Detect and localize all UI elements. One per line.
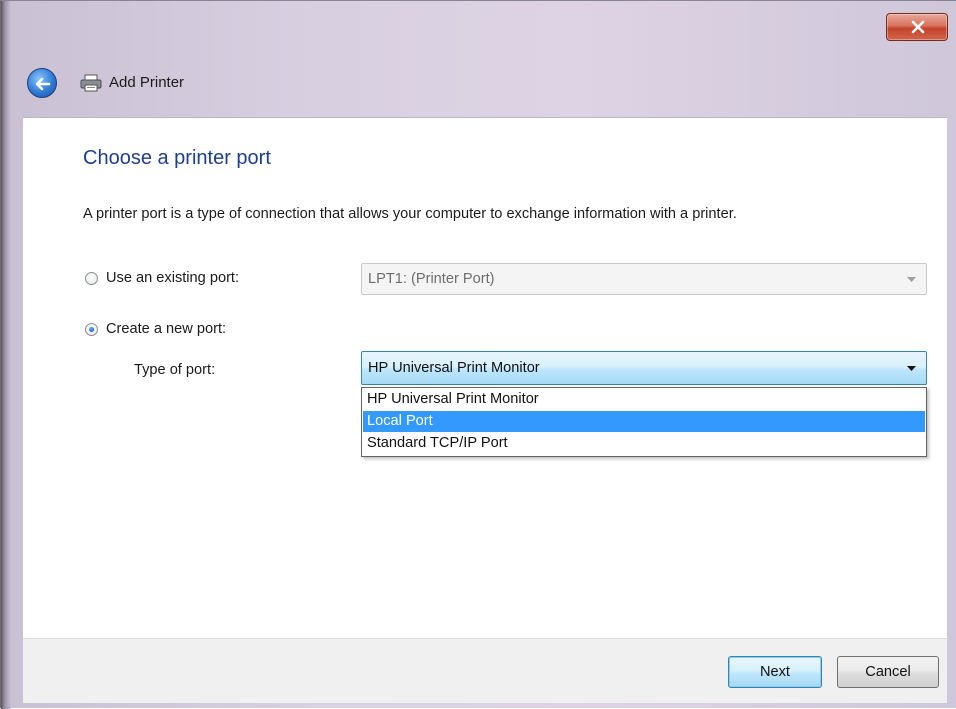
add-printer-window: Add Printer Choose a printer port A prin… [0,0,956,709]
dropdown-option-hp-universal[interactable]: HP Universal Print Monitor [363,389,925,410]
existing-port-value: LPT1: (Printer Port) [368,271,495,287]
existing-port-select: LPT1: (Printer Port) [361,263,927,295]
chevron-down-icon [907,277,916,282]
back-arrow-icon [35,77,51,91]
printer-icon [80,74,102,92]
page-description: A printer port is a type of connection t… [83,206,737,222]
new-port-radio[interactable] [85,323,98,336]
page-heading: Choose a printer port [83,147,271,169]
port-type-select[interactable]: HP Universal Print Monitor [361,351,927,385]
port-type-value: HP Universal Print Monitor [368,360,540,376]
port-type-dropdown: HP Universal Print Monitor Local Port St… [361,387,927,457]
next-button[interactable]: Next [728,656,822,688]
close-button[interactable] [886,13,948,41]
window-edge [1,1,11,709]
close-icon [911,20,925,34]
port-type-label: Type of port: [134,362,216,378]
chevron-down-icon [907,366,916,371]
dropdown-option-standard-tcpip[interactable]: Standard TCP/IP Port [363,433,925,454]
cancel-button[interactable]: Cancel [837,656,939,688]
dropdown-option-local-port[interactable]: Local Port [363,411,925,432]
existing-port-label[interactable]: Use an existing port: [106,270,239,286]
window-title: Add Printer [109,74,185,91]
back-button[interactable] [27,68,57,98]
new-port-label[interactable]: Create a new port: [106,321,226,337]
existing-port-radio[interactable] [85,272,98,285]
